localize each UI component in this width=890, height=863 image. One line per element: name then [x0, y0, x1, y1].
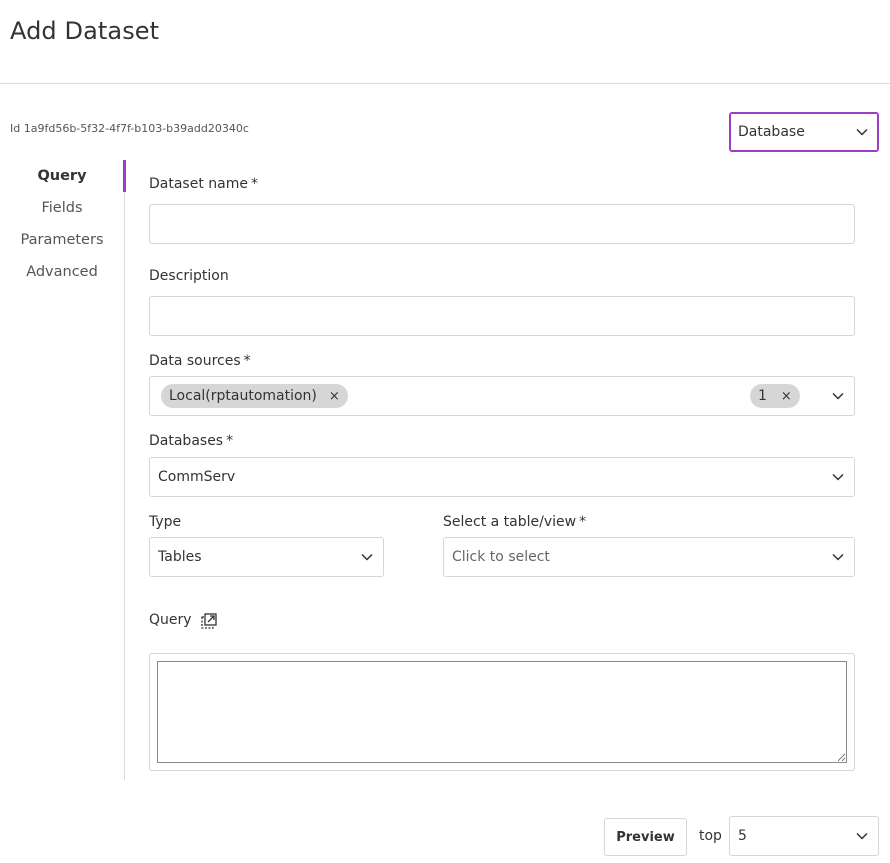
required-mark: *	[250, 176, 258, 192]
side-nav: Query Fields Parameters Advanced	[0, 160, 126, 780]
data-sources-label: Data sources *	[149, 353, 251, 369]
source-type-select[interactable]: Database	[729, 112, 879, 152]
databases-label-text: Databases	[149, 433, 224, 449]
chevron-down-icon	[832, 392, 844, 400]
required-mark: *	[243, 353, 251, 369]
type-select[interactable]: Tables	[149, 537, 384, 577]
table-view-placeholder: Click to select	[452, 549, 550, 565]
chevron-down-icon	[832, 553, 844, 561]
data-sources-select[interactable]: Local(rptautomation) × 1 ×	[149, 376, 855, 416]
dataset-name-label: Dataset name *	[149, 176, 258, 192]
nav-item-label: Fields	[41, 200, 83, 216]
description-label: Description	[149, 268, 229, 284]
type-value: Tables	[158, 549, 202, 565]
required-mark: *	[579, 514, 587, 530]
top-count-select[interactable]: 5	[729, 816, 879, 856]
data-source-chip: Local(rptautomation) ×	[161, 384, 348, 408]
chevron-down-icon	[856, 832, 868, 840]
chevron-down-icon	[856, 128, 868, 136]
nav-item-advanced[interactable]: Advanced	[0, 256, 124, 288]
chip-label: Local(rptautomation)	[169, 388, 317, 404]
databases-label: Databases *	[149, 433, 233, 449]
databases-select[interactable]: CommServ	[149, 457, 855, 497]
query-textarea[interactable]	[157, 661, 847, 763]
close-icon[interactable]: ×	[329, 390, 340, 403]
required-mark: *	[226, 433, 234, 449]
nav-item-query[interactable]: Query	[0, 160, 126, 192]
expand-icon[interactable]	[200, 612, 218, 630]
dataset-id: Id 1a9fd56b-5f32-4f7f-b103-b39add20340c	[10, 122, 249, 135]
description-input[interactable]	[149, 296, 855, 336]
chevron-down-icon	[361, 553, 373, 561]
close-icon[interactable]: ×	[781, 390, 792, 403]
title-divider	[0, 83, 890, 84]
page-title: Add Dataset	[10, 17, 160, 45]
data-source-count-chip: 1 ×	[750, 384, 800, 408]
nav-item-label: Parameters	[20, 232, 104, 248]
nav-item-label: Advanced	[26, 264, 98, 280]
data-sources-label-text: Data sources	[149, 353, 241, 369]
count-label: 1	[758, 388, 767, 404]
table-view-label-text: Select a table/view	[443, 514, 577, 530]
nav-active-indicator	[123, 160, 126, 192]
source-type-value: Database	[738, 124, 805, 140]
query-editor	[149, 653, 855, 771]
nav-item-parameters[interactable]: Parameters	[0, 224, 124, 256]
table-view-select[interactable]: Click to select	[443, 537, 855, 577]
databases-value: CommServ	[158, 469, 236, 485]
dataset-name-label-text: Dataset name	[149, 176, 248, 192]
table-view-label: Select a table/view *	[443, 514, 586, 530]
top-count-value: 5	[738, 828, 747, 844]
nav-item-fields[interactable]: Fields	[0, 192, 124, 224]
nav-item-label: Query	[37, 168, 87, 184]
dataset-name-input[interactable]	[149, 204, 855, 244]
preview-button[interactable]: Preview	[604, 818, 687, 856]
query-label: Query	[149, 612, 192, 628]
chevron-down-icon	[832, 473, 844, 481]
top-label: top	[699, 828, 722, 844]
type-label: Type	[149, 514, 182, 530]
